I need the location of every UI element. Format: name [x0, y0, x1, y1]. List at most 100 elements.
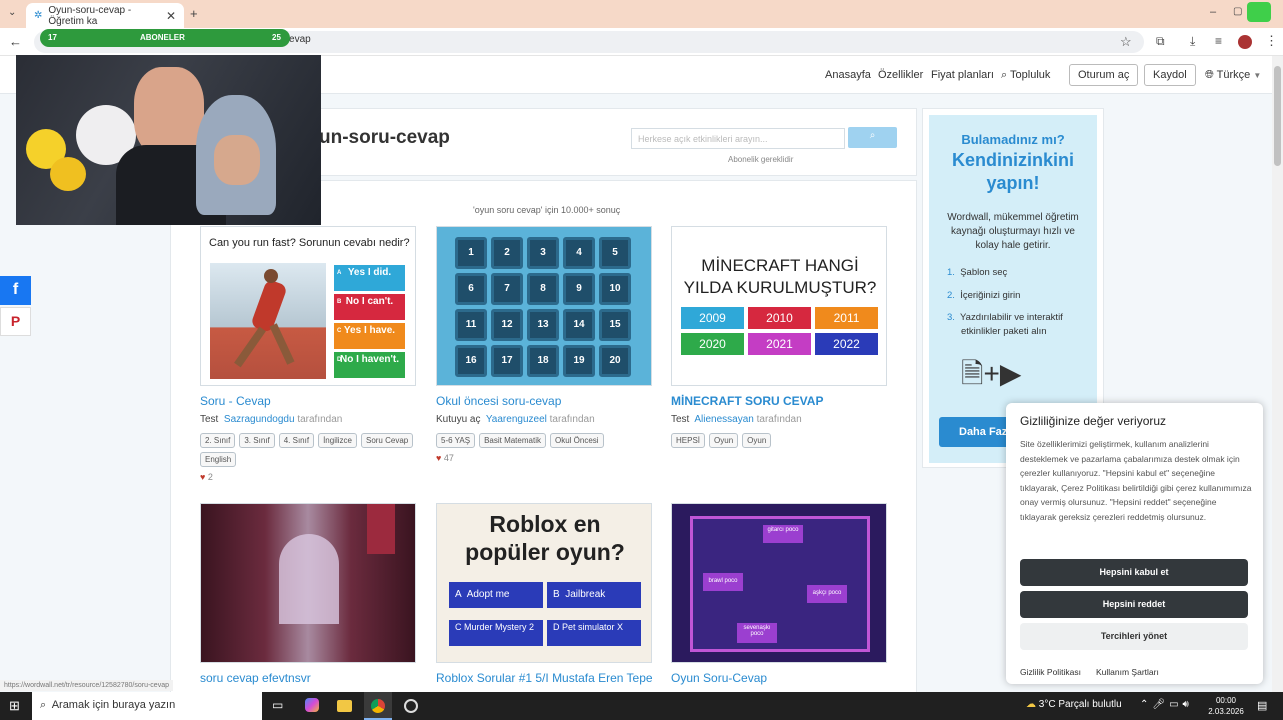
card-author[interactable]: Yaarenguzeel [486, 414, 547, 425]
search-button[interactable]: ⌕ [848, 127, 897, 148]
facebook-icon[interactable]: f [0, 276, 31, 305]
result-card[interactable]: Can you run fast? Sorunun cevabı nedir? … [200, 226, 416, 482]
maze-label-4: sevenaşkı poco [737, 623, 777, 643]
card-thumbnail[interactable]: 1 2 3 4 5 6 7 8 9 10 11 12 13 14 15 16 17 18 19 20 [436, 226, 652, 386]
tag[interactable]: 5-6 YAŞ [436, 433, 476, 448]
taskbar-search[interactable]: ⌕ Aramak için buraya yazın [32, 692, 262, 720]
accept-all-button[interactable]: Hepsini kabul et [1020, 559, 1248, 586]
task-view-icon[interactable]: ▭ [272, 698, 283, 712]
tag[interactable]: 3. Sınıf [239, 433, 275, 448]
file-explorer-icon[interactable] [337, 700, 352, 712]
extensions-icon[interactable]: ⧉ [1156, 34, 1165, 49]
terms-link[interactable]: Kullanım Şartları [1096, 667, 1159, 677]
card-author[interactable]: Alienessayan [694, 414, 753, 425]
answer-d-letter: D [553, 622, 560, 632]
answer-d-text: Pet simulator X [562, 622, 624, 632]
tag[interactable]: 4. Sınıf [278, 433, 315, 448]
tag[interactable]: 2. Sınıf [200, 433, 236, 448]
tag[interactable]: İngilizce [318, 433, 357, 448]
card-thumbnail[interactable]: gitarcı poco brawl poco aşkçı poco seven… [671, 503, 887, 663]
tray-icons[interactable]: ⌃🎤︎▭🔊︎ [1140, 699, 1193, 710]
search-input[interactable]: Herkese açık etkinlikleri arayın... [631, 128, 845, 149]
webcam-overlay [16, 55, 321, 225]
card-thumbnail[interactable]: Roblox en popüler oyun? A Adopt me B Jai… [436, 503, 652, 663]
tag[interactable]: Okul Öncesi [549, 433, 604, 448]
tab-search-icon[interactable]: ⌄ [8, 7, 16, 18]
result-card[interactable]: soru cevap efevtnsvr [200, 503, 416, 685]
card-title[interactable]: MİNECRAFT SORU CEVAP [671, 394, 887, 408]
pinterest-icon[interactable]: P [0, 307, 31, 336]
result-card[interactable]: gitarcı poco brawl poco aşkçı poco seven… [671, 503, 887, 685]
active-tab[interactable]: ✲ Oyun-soru-cevap - Öğretim ka ✕ [26, 3, 184, 28]
language-select[interactable]: 🌐︎ Türkçe ▼ [1205, 69, 1261, 82]
result-card[interactable]: MİNECRAFT HANGİ YILDA KURULMUŞTUR? 2009 … [671, 226, 887, 448]
tag[interactable]: Basit Matematik [479, 433, 546, 448]
chrome-icon[interactable] [364, 692, 392, 720]
answer-b-text: No I can't. [345, 296, 394, 307]
card-meta: Test Sazragundogdu tarafından [200, 414, 416, 425]
scrollbar-thumb[interactable] [1274, 66, 1281, 166]
nav-features[interactable]: Özellikler [878, 69, 923, 81]
tag[interactable]: Soru Cevap [360, 433, 414, 448]
nav-home[interactable]: Anasayfa [825, 69, 871, 81]
card-title[interactable]: Okul öncesi soru-cevap [436, 394, 652, 408]
year-a: 2009 [681, 307, 744, 329]
nav-community[interactable]: ⌕ Topluluk [1001, 69, 1050, 82]
answer-c-letter: C [337, 328, 342, 334]
tag[interactable]: Oyun [742, 433, 772, 448]
stream-bar-label: ABONELER [140, 33, 185, 42]
notifications-icon[interactable]: ▤ [1257, 699, 1267, 712]
card-title[interactable]: Soru - Cevap [200, 394, 416, 408]
windows-start-icon[interactable]: ⊞ [9, 698, 20, 714]
card-tags: 5-6 YAŞ Basit Matematik Okul Öncesi [436, 433, 652, 448]
thumb-question: MİNECRAFT HANGİ YILDA KURULMUŞTUR? [683, 256, 877, 297]
stream-bar-left: 17 [48, 33, 57, 42]
copilot-icon[interactable] [305, 698, 319, 712]
minimize-icon[interactable]: – [1210, 6, 1216, 18]
clock[interactable]: 00:00 2.03.2026 [1206, 695, 1246, 717]
result-card[interactable]: Roblox en popüler oyun? A Adopt me B Jai… [436, 503, 653, 685]
promo-step-2: 2. İçeriğinizi girin [947, 290, 1021, 301]
number-box: 20 [599, 345, 631, 377]
tag[interactable]: Oyun [709, 433, 739, 448]
restore-icon[interactable]: ▢ [1233, 6, 1242, 17]
answer-c-text: Yes I have. [343, 325, 396, 336]
number-box: 17 [491, 345, 523, 377]
promo-step-1-label: Şablon seç [960, 267, 1008, 278]
card-author[interactable]: Sazragundogdu [224, 414, 295, 425]
result-card[interactable]: 1 2 3 4 5 6 7 8 9 10 11 12 13 14 15 16 17 18 19 20 Okul önc… [436, 226, 652, 463]
download-icon[interactable]: ⤓ [1190, 34, 1195, 49]
card-title[interactable]: soru cevap efevtnsvr [200, 671, 416, 685]
register-button[interactable]: Kaydol [1144, 64, 1196, 86]
browser-menu-icon[interactable]: ⋮ [1265, 33, 1278, 49]
page-scrollbar[interactable] [1272, 56, 1283, 692]
close-tab-icon[interactable]: ✕ [166, 9, 176, 23]
tag[interactable]: English [200, 452, 237, 467]
media-icon[interactable]: ≡ [1215, 34, 1222, 48]
profile-avatar[interactable] [1238, 35, 1252, 49]
new-tab-icon[interactable]: + [190, 6, 198, 21]
bookmark-star-icon[interactable]: ☆ [1120, 34, 1132, 50]
card-thumbnail[interactable]: MİNECRAFT HANGİ YILDA KURULMUŞTUR? 2009 … [671, 226, 887, 386]
card-thumbnail[interactable]: Can you run fast? Sorunun cevabı nedir? … [200, 226, 416, 386]
answer-a-text: Adopt me [466, 589, 510, 600]
taskbar-search-placeholder: Aramak için buraya yazın [51, 699, 176, 711]
back-icon[interactable]: ← [9, 34, 22, 49]
login-button[interactable]: Oturum aç [1069, 64, 1139, 86]
card-title[interactable]: Oyun Soru-Cevap [671, 671, 887, 685]
obs-icon[interactable] [404, 699, 418, 713]
weather-widget[interactable]: ☁ 3°C Parçalı bulutlu [1026, 699, 1122, 710]
card-meta: Kutuyu aç Yaarenguzeel tarafından [436, 414, 652, 425]
search-note: Abonelik gereklidir [728, 155, 794, 164]
card-tags: 2. Sınıf 3. Sınıf 4. Sınıf İngilizce Sor… [200, 433, 416, 467]
manage-preferences-button[interactable]: Tercihleri yönet [1020, 623, 1248, 650]
card-thumbnail[interactable] [200, 503, 416, 663]
reject-all-button[interactable]: Hepsini reddet [1020, 591, 1248, 618]
tag[interactable]: HEPSİ [671, 433, 706, 448]
card-title[interactable]: Roblox Sorular #1 5/I Mustafa Eren Tepe [436, 671, 653, 685]
heart-icon: ♥ [436, 453, 442, 463]
privacy-policy-link[interactable]: Gizlilik Politikası [1020, 667, 1081, 677]
nav-pricing[interactable]: Fiyat planları [931, 69, 994, 81]
promo-step-3-label: Yazdırılabilir ve interaktif etkinlikler… [960, 312, 1063, 337]
answer-a-text: Yes I did. [347, 267, 392, 278]
